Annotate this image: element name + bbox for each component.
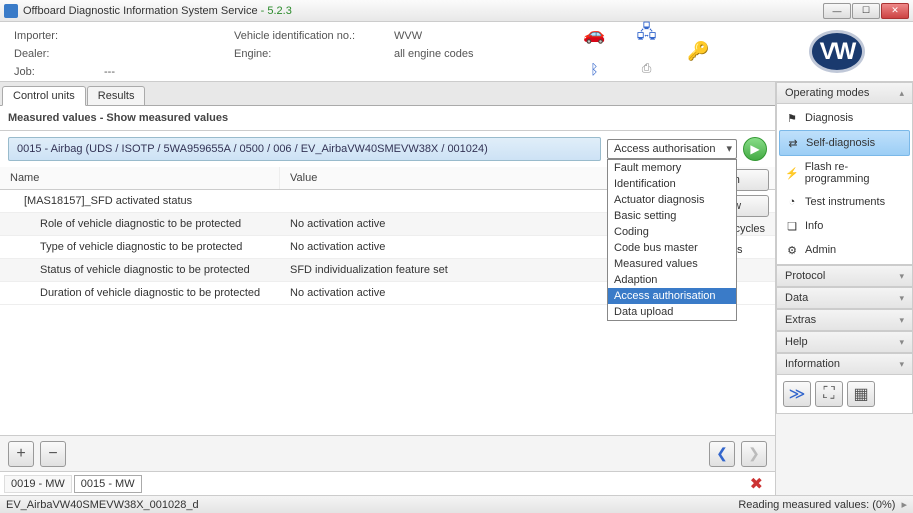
- panel-operating-modes[interactable]: Operating modes▴: [776, 82, 913, 104]
- mode-label: Self-diagnosis: [806, 137, 875, 149]
- path-0019[interactable]: 0019 - MW: [4, 475, 72, 493]
- dropdown-item[interactable]: Actuator diagnosis: [608, 192, 736, 208]
- add-button[interactable]: +: [8, 441, 34, 467]
- dropdown-item[interactable]: Fault memory: [608, 160, 736, 176]
- tab-results[interactable]: Results: [87, 86, 146, 105]
- vin-label: Vehicle identification no.:: [234, 30, 394, 42]
- panel-information[interactable]: Information▾: [776, 353, 913, 375]
- job-label: Job:: [14, 66, 104, 78]
- chevron-down-icon: ▾: [899, 359, 904, 370]
- importer-label: Importer:: [14, 30, 104, 42]
- window-title: Offboard Diagnostic Information System S…: [23, 5, 823, 17]
- dealer-label: Dealer:: [14, 48, 104, 60]
- mode-label: Info: [805, 220, 823, 232]
- function-dropdown[interactable]: Access authorisation: [607, 139, 737, 159]
- remove-button[interactable]: −: [40, 441, 66, 467]
- car-icon[interactable]: 🚗: [581, 21, 609, 49]
- bottom-toolbar: + − ❮ ❯: [0, 435, 775, 471]
- dropdown-item[interactable]: Measured values: [608, 256, 736, 272]
- chevron-up-icon: ▴: [899, 88, 904, 99]
- close-button[interactable]: ✕: [881, 3, 909, 19]
- panel-data[interactable]: Data▾: [776, 287, 913, 309]
- path-0015[interactable]: 0015 - MW: [74, 475, 142, 493]
- status-left: EV_AirbaVW40SMEVW38X_001028_d: [6, 499, 199, 511]
- mode-label: Flash re-programming: [805, 161, 904, 185]
- titlebar: Offboard Diagnostic Information System S…: [0, 0, 913, 22]
- unit-label: 0015 - Airbag (UDS / ISOTP / 5WA959655A …: [8, 137, 601, 161]
- mode-icon: ◔: [785, 195, 799, 209]
- print-button[interactable]: ▦: [847, 381, 875, 407]
- app-icon: [4, 4, 18, 18]
- chevron-down-icon: ▾: [899, 315, 904, 326]
- panel-help[interactable]: Help▾: [776, 331, 913, 353]
- vw-logo: VW: [809, 30, 865, 73]
- chevron-down-icon: ▾: [899, 337, 904, 348]
- bluetooth-icon[interactable]: ᛒ: [581, 55, 609, 83]
- mode-info[interactable]: ❏ Info: [779, 214, 910, 238]
- sidebar-toolbar: ≫ ⛶ ▦: [776, 375, 913, 414]
- status-bar: EV_AirbaVW40SMEVW38X_001028_d Reading me…: [0, 495, 913, 513]
- chevron-down-icon: ▾: [899, 293, 904, 304]
- prev-button[interactable]: ❮: [709, 441, 735, 467]
- row-name: Status of vehicle diagnostic to be prote…: [0, 259, 280, 281]
- dropdown-item[interactable]: Data upload: [608, 304, 736, 320]
- dropdown-item[interactable]: Identification: [608, 176, 736, 192]
- go-button[interactable]: ▶: [743, 137, 767, 161]
- row-name: [MAS18157]_SFD activated status: [0, 190, 280, 212]
- job-value: ---: [104, 66, 115, 78]
- next-button[interactable]: ❯: [741, 441, 767, 467]
- dropdown-list: Fault memoryIdentificationActuator diagn…: [607, 159, 737, 321]
- chevron-down-icon: ▾: [899, 271, 904, 282]
- vin-value: WVW: [394, 30, 422, 42]
- row-name: Role of vehicle diagnostic to be protect…: [0, 213, 280, 235]
- section-title: Measured values - Show measured values: [0, 106, 775, 131]
- mode-icon: ⚡: [785, 166, 799, 180]
- mode-label: Admin: [805, 244, 836, 256]
- status-right: Reading measured values: (0%): [738, 499, 895, 511]
- dropdown-item[interactable]: Basic setting: [608, 208, 736, 224]
- tab-control-units[interactable]: Control units: [2, 86, 86, 106]
- status-arrow-icon: ▸: [901, 498, 907, 511]
- mode-label: Diagnosis: [805, 112, 853, 124]
- col-name: Name: [0, 167, 280, 189]
- dropdown-item[interactable]: Adaption: [608, 272, 736, 288]
- mode-diagnosis: ⚑ Diagnosis: [779, 106, 910, 130]
- mode-icon: ⚑: [785, 111, 799, 125]
- dropdown-item[interactable]: Coding: [608, 224, 736, 240]
- minimize-button[interactable]: —: [823, 3, 851, 19]
- mode-icon: ❏: [785, 219, 799, 233]
- row-name: Type of vehicle diagnostic to be protect…: [0, 236, 280, 258]
- header: Importer: Dealer: Job:--- Vehicle identi…: [0, 22, 913, 82]
- dropdown-item[interactable]: Code bus master: [608, 240, 736, 256]
- mode-self-diagnosis[interactable]: ⇄ Self-diagnosis: [779, 130, 910, 156]
- panel-extras[interactable]: Extras▾: [776, 309, 913, 331]
- tabs: Control units Results: [0, 82, 775, 106]
- maximize-button[interactable]: ☐: [852, 3, 880, 19]
- path-bar: 0019 - MW 0015 - MW ✖: [0, 471, 775, 495]
- mode-icon: ⇄: [786, 136, 800, 150]
- expand-button[interactable]: ⛶: [815, 381, 843, 407]
- connection-icon[interactable]: 🖧: [633, 21, 661, 49]
- panel-protocol[interactable]: Protocol▾: [776, 265, 913, 287]
- engine-value: all engine codes: [394, 48, 474, 60]
- unit-s: s: [737, 244, 743, 256]
- mode-icon: ⚙: [785, 243, 799, 257]
- dropdown-item[interactable]: Access authorisation: [608, 288, 736, 304]
- sidebar: Operating modes▴ ⚑ Diagnosis ⇄ Self-diagnos…: [776, 82, 913, 495]
- mode-label: Test instruments: [805, 196, 885, 208]
- row-name: Duration of vehicle diagnostic to be pro…: [0, 282, 280, 304]
- continue-button[interactable]: ≫: [783, 381, 811, 407]
- delete-button[interactable]: ✖: [742, 474, 771, 494]
- mode-flash-re-programming: ⚡ Flash re-programming: [779, 156, 910, 190]
- mode-admin[interactable]: ⚙ Admin: [779, 238, 910, 262]
- engine-label: Engine:: [234, 48, 394, 60]
- mode-test-instruments[interactable]: ◔ Test instruments: [779, 190, 910, 214]
- key-icon[interactable]: 🔑: [685, 38, 713, 66]
- usb-icon[interactable]: ⎙: [633, 55, 661, 83]
